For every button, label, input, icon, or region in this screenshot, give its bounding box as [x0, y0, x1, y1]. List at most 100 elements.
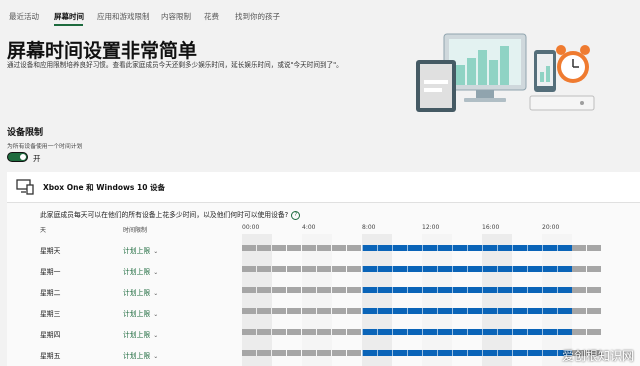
allowed-hour-cell[interactable] [422, 287, 437, 293]
allowed-hour-cell[interactable] [407, 308, 422, 314]
blocked-hour-cell[interactable] [257, 245, 271, 251]
allowed-hour-cell[interactable] [392, 266, 407, 272]
blocked-hour-cell[interactable] [287, 329, 301, 335]
blocked-hour-cell[interactable] [587, 287, 601, 293]
blocked-hour-cell[interactable] [287, 266, 301, 272]
allowed-hour-cell[interactable] [362, 308, 377, 314]
allowed-hour-cell[interactable] [527, 287, 542, 293]
allowed-hour-cell[interactable] [557, 308, 572, 314]
allowed-hour-cell[interactable] [362, 350, 377, 356]
allowed-hour-cell[interactable] [452, 245, 467, 251]
blocked-hour-cell[interactable] [302, 245, 316, 251]
allowed-hour-cell[interactable] [437, 350, 452, 356]
allowed-hour-cell[interactable] [452, 266, 467, 272]
blocked-hour-cell[interactable] [257, 350, 271, 356]
allowed-hour-cell[interactable] [527, 350, 542, 356]
blocked-hour-cell[interactable] [257, 308, 271, 314]
allowed-hour-cell[interactable] [467, 308, 482, 314]
allowed-hour-cell[interactable] [467, 350, 482, 356]
allowed-hour-cell[interactable] [452, 308, 467, 314]
tab-app-game-limits[interactable]: 应用和游戏限制 [97, 11, 150, 22]
allowed-hour-cell[interactable] [407, 266, 422, 272]
allowed-hour-cell[interactable] [512, 266, 527, 272]
blocked-hour-cell[interactable] [302, 308, 316, 314]
allowed-hour-cell[interactable] [497, 287, 512, 293]
blocked-hour-cell[interactable] [272, 329, 286, 335]
allowed-hour-cell[interactable] [392, 287, 407, 293]
blocked-hour-cell[interactable] [332, 266, 346, 272]
allowed-hour-cell[interactable] [482, 266, 497, 272]
allowed-hour-cell[interactable] [527, 245, 542, 251]
allowed-hour-cell[interactable] [392, 350, 407, 356]
blocked-hour-cell[interactable] [587, 308, 601, 314]
allowed-hour-cell[interactable] [437, 308, 452, 314]
tab-find-child[interactable]: 找到你的孩子 [235, 11, 280, 22]
allowed-hour-cell[interactable] [392, 245, 407, 251]
allowed-hour-cell[interactable] [512, 287, 527, 293]
allowed-hour-cell[interactable] [377, 308, 392, 314]
blocked-hour-cell[interactable] [347, 350, 361, 356]
allowed-hour-cell[interactable] [482, 245, 497, 251]
allowed-hour-cell[interactable] [542, 308, 557, 314]
blocked-hour-cell[interactable] [257, 266, 271, 272]
allowed-hour-cell[interactable] [482, 350, 497, 356]
blocked-hour-cell[interactable] [242, 308, 256, 314]
allowed-hour-cell[interactable] [437, 245, 452, 251]
tab-recent-activity[interactable]: 最近活动 [9, 11, 39, 22]
allowed-hour-cell[interactable] [557, 245, 572, 251]
blocked-hour-cell[interactable] [347, 245, 361, 251]
allowed-hour-cell[interactable] [452, 329, 467, 335]
allowed-hour-cell[interactable] [407, 245, 422, 251]
allowed-hour-cell[interactable] [422, 350, 437, 356]
allowed-hour-cell[interactable] [407, 350, 422, 356]
blocked-hour-cell[interactable] [572, 329, 586, 335]
device-panel-header[interactable]: Xbox One 和 Windows 10 设备 [7, 172, 640, 202]
blocked-hour-cell[interactable] [287, 308, 301, 314]
blocked-hour-cell[interactable] [242, 350, 256, 356]
row-limit-dropdown[interactable]: 计划上限 ⌄ [123, 350, 158, 360]
blocked-hour-cell[interactable] [242, 245, 256, 251]
blocked-hour-cell[interactable] [257, 329, 271, 335]
blocked-hour-cell[interactable] [317, 350, 331, 356]
allowed-hour-cell[interactable] [527, 266, 542, 272]
blocked-hour-cell[interactable] [572, 287, 586, 293]
blocked-hour-cell[interactable] [317, 308, 331, 314]
allowed-hour-cell[interactable] [467, 329, 482, 335]
blocked-hour-cell[interactable] [302, 329, 316, 335]
allowed-hour-cell[interactable] [377, 266, 392, 272]
blocked-hour-cell[interactable] [317, 329, 331, 335]
allowed-hour-cell[interactable] [452, 287, 467, 293]
allowed-hour-cell[interactable] [377, 350, 392, 356]
blocked-hour-cell[interactable] [587, 245, 601, 251]
blocked-hour-cell[interactable] [332, 329, 346, 335]
allowed-hour-cell[interactable] [557, 266, 572, 272]
row-limit-dropdown[interactable]: 计划上限 ⌄ [123, 287, 158, 297]
blocked-hour-cell[interactable] [587, 329, 601, 335]
allowed-hour-cell[interactable] [497, 308, 512, 314]
blocked-hour-cell[interactable] [257, 287, 271, 293]
blocked-hour-cell[interactable] [317, 287, 331, 293]
allowed-hour-cell[interactable] [557, 287, 572, 293]
blocked-hour-cell[interactable] [332, 308, 346, 314]
allowed-hour-cell[interactable] [437, 329, 452, 335]
blocked-hour-cell[interactable] [347, 308, 361, 314]
allowed-hour-cell[interactable] [377, 287, 392, 293]
allowed-hour-cell[interactable] [512, 350, 527, 356]
allowed-hour-cell[interactable] [512, 329, 527, 335]
allowed-hour-cell[interactable] [512, 308, 527, 314]
allowed-hour-cell[interactable] [512, 245, 527, 251]
help-icon[interactable]: ? [291, 210, 301, 220]
blocked-hour-cell[interactable] [347, 287, 361, 293]
allowed-hour-cell[interactable] [362, 266, 377, 272]
tab-screen-time[interactable]: 屏幕时间 [54, 11, 84, 22]
blocked-hour-cell[interactable] [332, 350, 346, 356]
allowed-hour-cell[interactable] [542, 329, 557, 335]
blocked-hour-cell[interactable] [347, 329, 361, 335]
blocked-hour-cell[interactable] [332, 245, 346, 251]
allowed-hour-cell[interactable] [392, 308, 407, 314]
blocked-hour-cell[interactable] [242, 329, 256, 335]
blocked-hour-cell[interactable] [332, 287, 346, 293]
allowed-hour-cell[interactable] [467, 287, 482, 293]
allowed-hour-cell[interactable] [542, 245, 557, 251]
allowed-hour-cell[interactable] [542, 266, 557, 272]
